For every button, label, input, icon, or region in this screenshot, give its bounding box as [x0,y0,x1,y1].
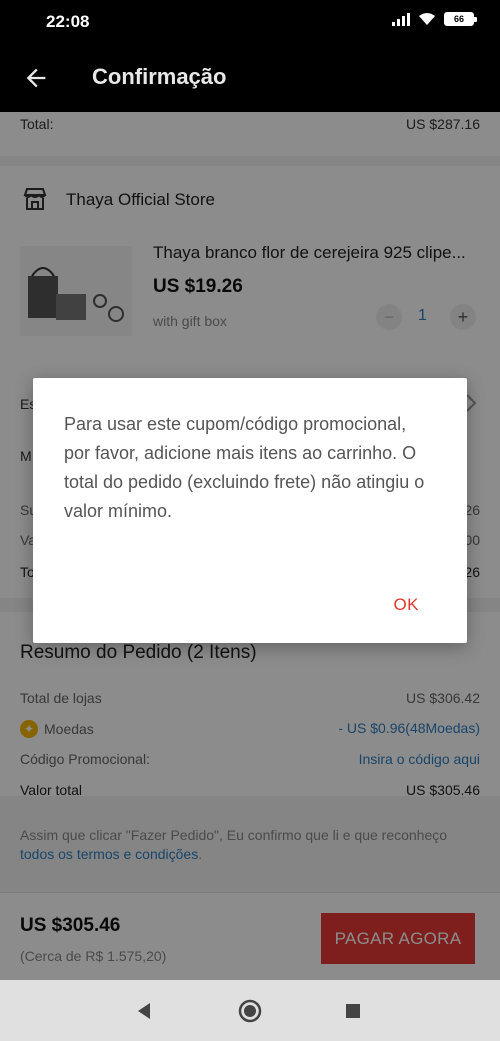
nav-home-icon[interactable] [238,999,262,1023]
back-arrow-icon[interactable] [22,64,50,92]
system-nav-bar [0,980,500,1041]
page-title: Confirmação [92,64,227,89]
app-bar: Confirmação [0,46,500,112]
status-bar: 22:08 66 [0,0,500,46]
wifi-icon [419,13,435,25]
nav-back-icon[interactable] [135,1002,153,1020]
nav-recents-icon[interactable] [345,1003,361,1019]
status-time: 22:08 [46,12,90,31]
signal-icon [392,12,410,26]
min-order-dialog: Para usar este cupom/código promocional,… [33,378,467,643]
dialog-message: Para usar este cupom/código promocional,… [64,414,425,521]
dialog-ok-button[interactable]: OK [393,595,419,615]
battery-icon: 66 [444,12,477,26]
